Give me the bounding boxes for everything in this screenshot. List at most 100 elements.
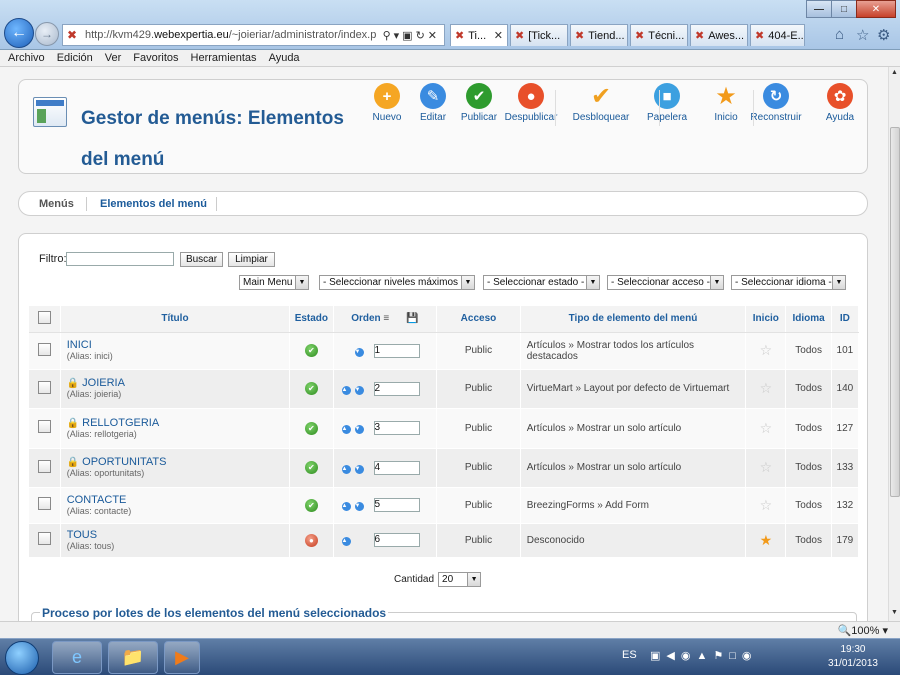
browser-tab[interactable]: ✖ Tiend... bbox=[570, 24, 628, 46]
published-icon[interactable]: ✔ bbox=[304, 461, 318, 474]
despublicar-button[interactable]: ● Despublicar bbox=[501, 83, 561, 123]
col-state[interactable]: Estado bbox=[289, 306, 334, 333]
menu-item[interactable]: Favoritos bbox=[133, 52, 178, 64]
published-icon[interactable]: ✔ bbox=[304, 344, 318, 357]
filter-select[interactable]: - Seleccionar acceso - ▼ bbox=[607, 275, 724, 290]
filter-input[interactable] bbox=[66, 252, 174, 266]
move-up-icon[interactable]: ▲ bbox=[341, 385, 351, 395]
item-title-link[interactable]: OPORTUNITATS bbox=[82, 456, 166, 468]
papelera-button[interactable]: ■ Papelera bbox=[637, 83, 697, 123]
star-outline-icon[interactable]: ☆ bbox=[760, 342, 773, 358]
home-icon[interactable]: ⌂ bbox=[835, 26, 844, 43]
row-checkbox[interactable] bbox=[37, 532, 51, 545]
reconstruir-button[interactable]: ↻ Reconstruir bbox=[746, 83, 806, 123]
filter-select[interactable]: Main Menu ▼ bbox=[239, 275, 309, 290]
settings-gear-icon[interactable]: ⚙ bbox=[877, 26, 890, 44]
close-window-button[interactable]: ✕ bbox=[856, 0, 896, 18]
order-input[interactable]: 4 bbox=[373, 460, 420, 475]
row-checkbox[interactable] bbox=[37, 420, 51, 433]
media-player-taskbar-icon[interactable]: ▶ bbox=[164, 641, 200, 674]
menu-item[interactable]: Archivo bbox=[8, 52, 45, 64]
save-order-icon[interactable]: 💾 bbox=[406, 313, 418, 324]
publicar-button[interactable]: ✔ Publicar bbox=[449, 83, 509, 123]
order-input[interactable]: 2 bbox=[373, 381, 420, 396]
row-checkbox[interactable] bbox=[37, 497, 51, 510]
order-input[interactable]: 3 bbox=[373, 421, 420, 435]
item-title-link[interactable]: CONTACTE bbox=[67, 494, 127, 506]
address-bar[interactable]: ✖ http://kvm429.webexpertia.eu/~joieriar… bbox=[62, 24, 445, 46]
browser-tab[interactable]: ✖ 404-E... bbox=[750, 24, 805, 46]
browser-tab[interactable]: ✖ Awes... bbox=[690, 24, 748, 46]
move-up-icon[interactable]: ▲ bbox=[341, 464, 351, 474]
browser-tab[interactable]: ✖ [Tick... bbox=[510, 24, 568, 46]
home-star-icon[interactable]: ★ bbox=[760, 532, 773, 548]
col-title[interactable]: Título bbox=[60, 306, 291, 333]
item-title-link[interactable]: RELLOTGERIA bbox=[82, 417, 159, 429]
menu-item[interactable]: Ayuda bbox=[269, 52, 300, 64]
move-up-icon[interactable]: ▲ bbox=[341, 537, 351, 546]
published-icon[interactable]: ✔ bbox=[304, 498, 318, 512]
select-all-checkbox[interactable] bbox=[37, 310, 51, 324]
favorites-star-icon[interactable]: ☆ bbox=[856, 26, 869, 44]
unpublished-icon[interactable]: ● bbox=[304, 533, 318, 547]
desbloquear-button[interactable]: ✔ Desbloquear bbox=[571, 83, 631, 124]
move-down-icon[interactable]: ▼ bbox=[354, 464, 364, 474]
col-order[interactable]: Orden ≡ 💾 bbox=[333, 306, 438, 333]
language-indicator[interactable]: ES bbox=[622, 649, 637, 661]
browser-tab[interactable]: ✖ Ti... ✕ bbox=[450, 24, 508, 46]
minimize-button[interactable]: — bbox=[806, 0, 832, 18]
published-icon[interactable]: ✔ bbox=[304, 421, 318, 435]
star-outline-icon[interactable]: ☆ bbox=[760, 497, 773, 513]
browser-tab[interactable]: ✖ Técni... bbox=[630, 24, 688, 46]
row-checkbox[interactable] bbox=[37, 342, 51, 356]
move-down-icon[interactable]: ▼ bbox=[354, 502, 364, 511]
lock-icon[interactable]: 🔒 bbox=[67, 418, 79, 429]
zoom-control[interactable]: 🔍100% ▾ bbox=[838, 624, 888, 637]
published-icon[interactable]: ✔ bbox=[304, 382, 318, 395]
lock-icon[interactable]: 🔒 bbox=[67, 378, 79, 389]
star-outline-icon[interactable]: ☆ bbox=[760, 420, 773, 436]
filter-select[interactable]: - Seleccionar niveles máximos - ▼ bbox=[319, 275, 475, 290]
col-type[interactable]: Tipo de elemento del menú bbox=[520, 306, 747, 333]
item-title-link[interactable]: JOIERIA bbox=[82, 377, 125, 389]
start-button[interactable] bbox=[5, 641, 39, 675]
order-input[interactable]: 6 bbox=[373, 533, 420, 547]
tab-menus[interactable]: Menús bbox=[39, 198, 74, 210]
clock[interactable]: 19:30 31/01/2013 bbox=[828, 643, 878, 671]
filter-select[interactable]: - Seleccionar estado - ▼ bbox=[483, 275, 600, 290]
scroll-thumb[interactable] bbox=[890, 127, 900, 497]
menu-item[interactable]: Edición bbox=[57, 52, 93, 64]
move-down-icon[interactable]: ▼ bbox=[354, 425, 364, 434]
row-checkbox[interactable] bbox=[37, 380, 51, 394]
vertical-scrollbar[interactable]: ▲ ▼ bbox=[888, 67, 900, 621]
col-access[interactable]: Acceso bbox=[436, 306, 521, 333]
close-tab-icon[interactable]: ✕ bbox=[494, 29, 503, 42]
ayuda-button[interactable]: ✿ Ayuda bbox=[810, 83, 870, 123]
explorer-taskbar-icon[interactable]: 📁 bbox=[108, 641, 158, 674]
move-up-icon[interactable]: ▲ bbox=[341, 502, 351, 511]
address-tools-icon[interactable]: ⚲▾▣↻✕ bbox=[383, 29, 440, 42]
forward-button[interactable]: → bbox=[35, 22, 59, 46]
item-title-link[interactable]: INICI bbox=[67, 339, 92, 351]
clear-button[interactable]: Limpiar bbox=[228, 252, 275, 267]
filter-select[interactable]: - Seleccionar idioma - ▼ bbox=[731, 275, 846, 290]
order-input[interactable]: 1 bbox=[373, 343, 420, 358]
col-home[interactable]: Inicio bbox=[745, 306, 787, 333]
menu-item[interactable]: Herramientas bbox=[191, 52, 257, 64]
star-outline-icon[interactable]: ☆ bbox=[760, 459, 773, 475]
tray-icons[interactable]: ▣◀◉▲⚑□◉ bbox=[650, 649, 757, 662]
ie-taskbar-icon[interactable]: e bbox=[52, 641, 102, 674]
move-up-icon[interactable]: ▲ bbox=[341, 425, 351, 434]
scroll-up-icon[interactable]: ▲ bbox=[891, 69, 898, 76]
search-button[interactable]: Buscar bbox=[180, 252, 223, 267]
maximize-button[interactable]: □ bbox=[831, 0, 857, 18]
lock-icon[interactable]: 🔒 bbox=[67, 457, 79, 468]
row-checkbox[interactable] bbox=[37, 459, 51, 473]
col-id[interactable]: ID bbox=[831, 306, 860, 333]
limit-select[interactable]: 20 ▼ bbox=[438, 572, 482, 587]
move-down-icon[interactable]: ▼ bbox=[354, 385, 364, 395]
scroll-down-icon[interactable]: ▼ bbox=[891, 609, 898, 616]
menu-item[interactable]: Ver bbox=[105, 52, 122, 64]
star-outline-icon[interactable]: ☆ bbox=[760, 380, 773, 396]
order-input[interactable]: 5 bbox=[373, 498, 420, 512]
